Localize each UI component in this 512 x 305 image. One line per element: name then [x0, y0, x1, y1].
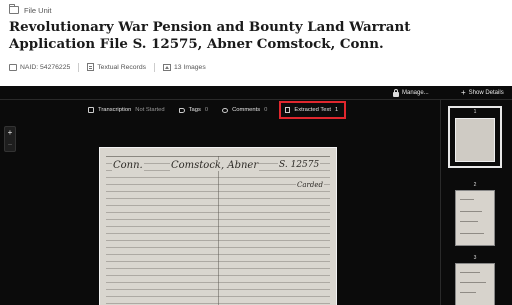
file-unit-row: File Unit — [9, 3, 52, 17]
handwriting-name: Comstock, Abner — [170, 160, 260, 171]
tab-count: 1 — [335, 107, 339, 113]
viewer-toolbar: Manage... + Show Details — [0, 86, 512, 100]
zoom-in-button[interactable]: + — [5, 127, 15, 139]
document-image[interactable]: Conn. Comstock, Abner S. 12575 Carded — [99, 147, 337, 305]
tab-label: Comments — [232, 107, 261, 113]
handwriting-state: Conn. — [112, 160, 144, 171]
id-card-icon — [9, 63, 17, 71]
thumbnail-text-line — [460, 233, 484, 234]
manage-button[interactable]: Manage... — [393, 88, 429, 98]
divider — [78, 62, 80, 72]
thumbnail-number: 1 — [473, 109, 477, 115]
tab-transcription[interactable]: Transcription Not Started — [88, 102, 165, 118]
show-details-label: Show Details — [468, 90, 504, 96]
thumbnail-rail: 1 2 3 — [440, 100, 508, 305]
thumbnail[interactable] — [455, 263, 495, 305]
folder-icon — [9, 4, 19, 14]
naid-item: NAID: 54276225 — [9, 63, 71, 71]
thumbnail-image — [455, 118, 495, 162]
document-icon — [285, 107, 291, 113]
zoom-controls: + − — [4, 126, 16, 152]
comment-icon — [222, 107, 229, 113]
thumbnail-text-line — [460, 221, 478, 222]
thumbnail-number: 3 — [473, 255, 477, 261]
viewer-tabs: Transcription Not Started Tags 0 Comment… — [88, 101, 347, 119]
image-count-text: 13 Images — [174, 63, 206, 71]
thumbnail-number: 2 — [473, 182, 477, 188]
tag-icon — [178, 107, 185, 113]
record-type-text: Textual Records — [97, 63, 146, 71]
tab-label: Tags — [188, 107, 201, 113]
record-type-item: Textual Records — [87, 63, 146, 71]
thumbnail-text-line — [460, 282, 486, 283]
naid-text: NAID: 54276225 — [20, 63, 71, 71]
page-title: Revolutionary War Pension and Bounty Lan… — [9, 19, 411, 52]
tab-label: Extracted Text — [294, 107, 331, 113]
image-count-item: 13 Images — [163, 63, 206, 71]
handwriting-carded: Carded — [296, 181, 324, 189]
pencil-icon — [88, 107, 94, 113]
divider — [154, 62, 155, 72]
thumbnail[interactable] — [455, 190, 495, 246]
thumbnail-text-line — [460, 199, 474, 200]
file-unit-label: File Unit — [24, 5, 52, 15]
lock-icon — [393, 88, 399, 97]
zoom-out-button[interactable]: − — [5, 139, 15, 151]
show-details-button[interactable]: + Show Details — [461, 88, 504, 98]
tab-count: 0 — [204, 107, 209, 113]
thumbnail-text-line — [460, 292, 476, 293]
tab-count: 0 — [264, 107, 268, 113]
thumbnail-selected[interactable]: 1 — [448, 106, 502, 168]
tab-label: Transcription — [98, 107, 132, 113]
tab-comments[interactable]: Comments 0 — [222, 102, 267, 118]
record-metadata: NAID: 54276225 Textual Records 13 Images — [9, 62, 206, 72]
document-viewer: Manage... + Show Details Transcription N… — [0, 86, 512, 305]
tab-extracted-text[interactable]: Extracted Text 1 — [279, 101, 347, 119]
card-column-line — [218, 156, 219, 305]
plus-icon: + — [461, 88, 466, 97]
image-icon — [163, 63, 171, 71]
handwriting-file-number: S. 12575 — [278, 160, 321, 170]
thumbnail-text-line — [460, 211, 482, 212]
manage-label: Manage... — [402, 90, 429, 96]
record-header: File Unit Revolutionary War Pension and … — [0, 0, 512, 86]
tab-status: Not Started — [135, 107, 165, 113]
document-icon — [87, 63, 95, 71]
thumbnail-text-line — [460, 272, 480, 273]
tab-tags[interactable]: Tags 0 — [178, 102, 209, 118]
